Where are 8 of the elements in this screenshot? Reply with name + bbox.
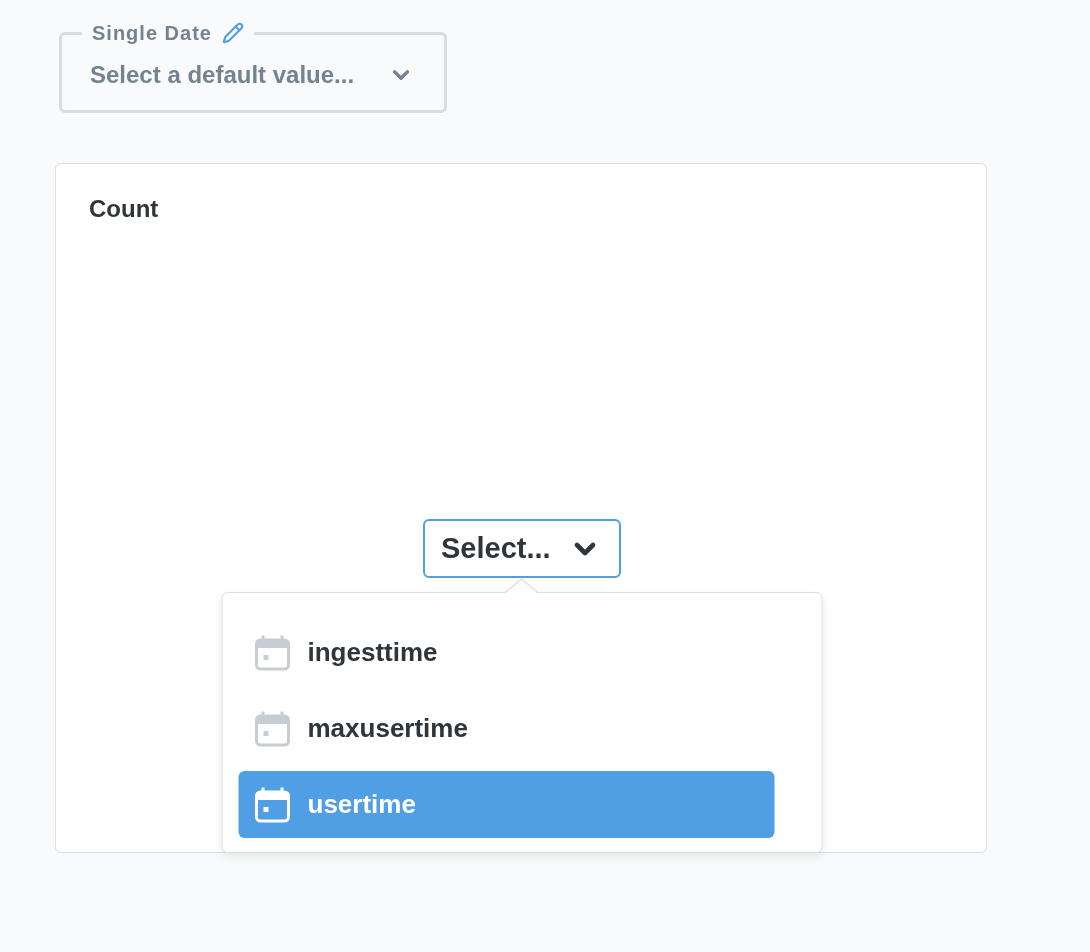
calendar-icon (254, 634, 291, 671)
date-filter-field[interactable]: Single Date Select a default value... (59, 20, 447, 113)
calendar-icon (254, 710, 291, 747)
filter-placeholder: Select a default value... (90, 60, 355, 90)
card-title: Count (89, 194, 159, 224)
filter-label: Single Date (92, 21, 212, 46)
pencil-icon[interactable] (221, 22, 244, 44)
calendar-icon (254, 786, 291, 823)
